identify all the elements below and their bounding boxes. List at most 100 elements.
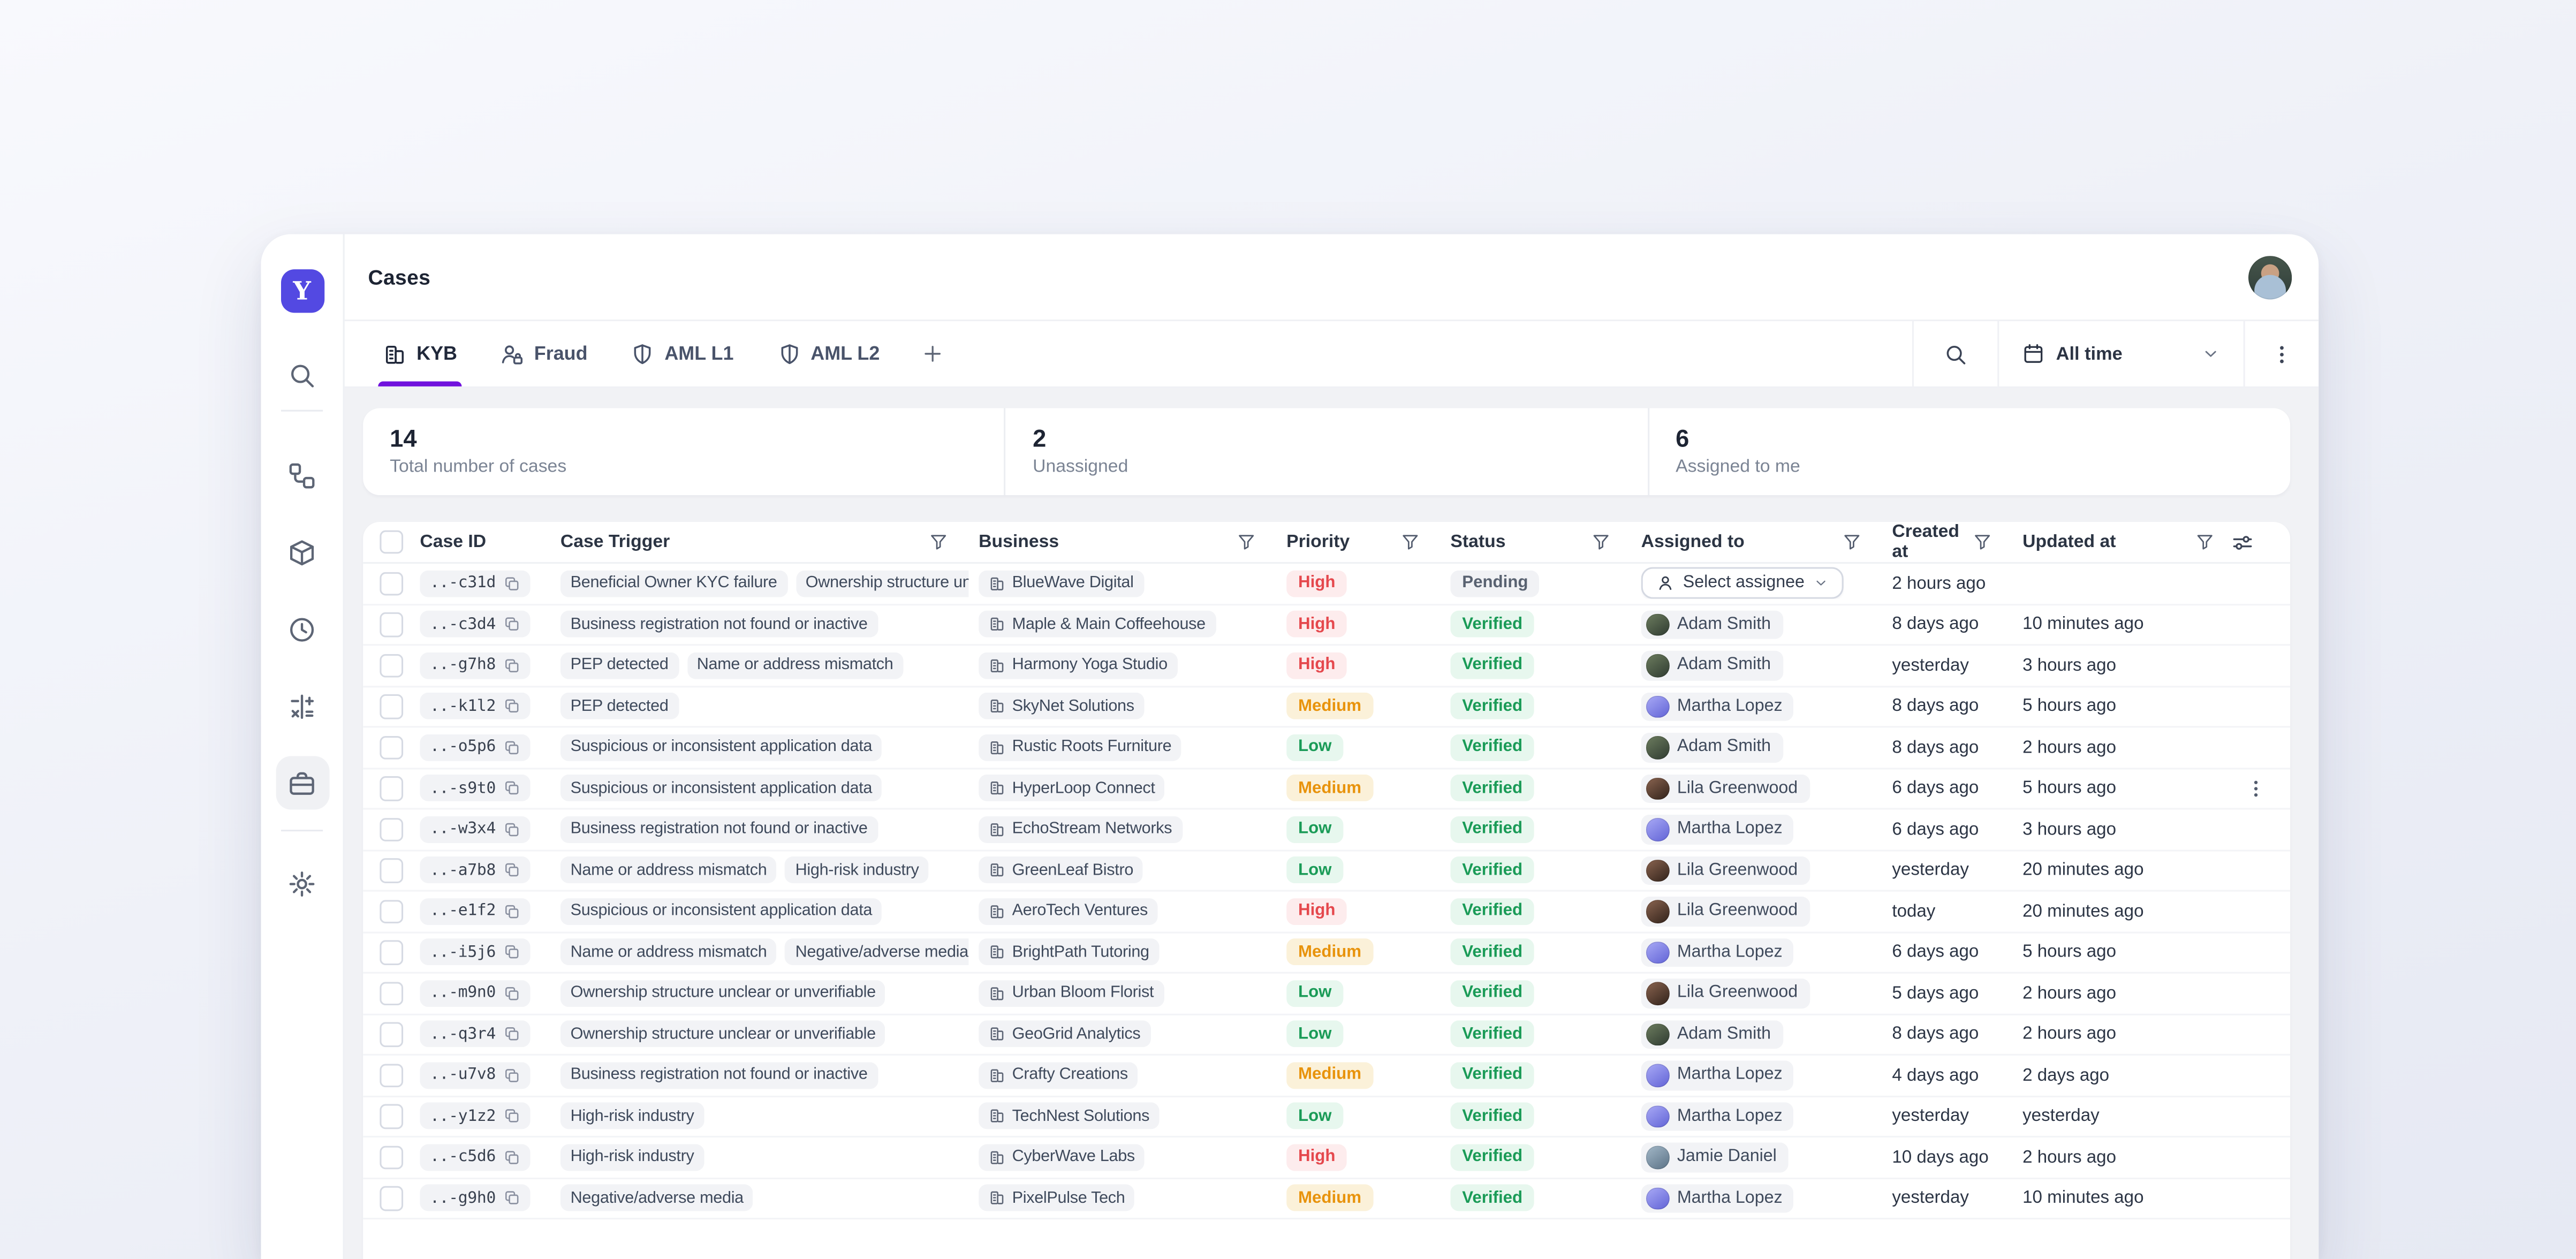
assignee-pill[interactable]: Martha Lopez	[1641, 815, 1794, 844]
row-checkbox[interactable]	[380, 776, 404, 800]
filter-icon[interactable]	[1591, 532, 1611, 552]
row-checkbox[interactable]	[380, 1186, 404, 1210]
table-row[interactable]: ..-a7b8Name or address mismatchHigh-risk…	[363, 851, 2290, 892]
table-row[interactable]: ..-y1z2High-risk industryTechNest Soluti…	[363, 1096, 2290, 1137]
select-assignee-button[interactable]: Select assignee	[1641, 567, 1843, 599]
case-id-pill[interactable]: ..-c5d6	[420, 1144, 531, 1171]
row-checkbox[interactable]	[380, 899, 404, 923]
case-id-pill[interactable]: ..-g7h8	[420, 652, 531, 679]
case-id-pill[interactable]: ..-o5p6	[420, 734, 531, 761]
case-id-pill[interactable]: ..-q3r4	[420, 1021, 531, 1048]
row-actions-button[interactable]	[2245, 777, 2267, 799]
table-row[interactable]: ..-c3d4Business registration not found o…	[363, 605, 2290, 646]
tab-aml-l2[interactable]: AML L2	[755, 321, 901, 386]
business-pill[interactable]: EchoStream Networks	[979, 816, 1182, 843]
business-pill[interactable]: CyberWave Labs	[979, 1144, 1145, 1171]
business-pill[interactable]: TechNest Solutions	[979, 1103, 1160, 1129]
table-row[interactable]: ..-c5d6High-risk industryCyberWave LabsH…	[363, 1137, 2290, 1179]
case-id-pill[interactable]: ..-m9n0	[420, 980, 531, 1006]
table-row[interactable]: ..-q3r4Ownership structure unclear or un…	[363, 1014, 2290, 1056]
tab-kyb[interactable]: KYB	[361, 321, 479, 386]
case-id-pill[interactable]: ..-c31d	[420, 570, 531, 597]
business-pill[interactable]: BrightPath Tutoring	[979, 939, 1159, 966]
business-pill[interactable]: Crafty Creations	[979, 1062, 1138, 1089]
business-pill[interactable]: GeoGrid Analytics	[979, 1021, 1150, 1048]
business-pill[interactable]: Harmony Yoga Studio	[979, 652, 1177, 679]
business-pill[interactable]: Maple & Main Coffeehouse	[979, 611, 1216, 638]
row-checkbox[interactable]	[380, 858, 404, 882]
row-checkbox[interactable]	[380, 612, 404, 636]
filter-icon[interactable]	[1400, 532, 1421, 552]
business-pill[interactable]: Urban Bloom Florist	[979, 980, 1164, 1006]
case-id-pill[interactable]: ..-y1z2	[420, 1103, 531, 1129]
row-checkbox[interactable]	[380, 940, 404, 964]
assignee-pill[interactable]: Martha Lopez	[1641, 938, 1794, 967]
sidebar-item-workflow[interactable]	[275, 449, 329, 502]
table-row[interactable]: ..-m9n0Ownership structure unclear or un…	[363, 974, 2290, 1015]
row-checkbox[interactable]	[380, 981, 404, 1005]
column-header-case-id[interactable]: Case ID	[420, 532, 560, 552]
column-header-created-at[interactable]: Created at	[1892, 522, 2022, 562]
row-checkbox[interactable]	[380, 817, 404, 841]
case-id-pill[interactable]: ..-e1f2	[420, 898, 531, 924]
assignee-pill[interactable]: Martha Lopez	[1641, 692, 1794, 721]
table-search-button[interactable]	[1912, 321, 1997, 386]
gear-icon[interactable]	[288, 870, 316, 898]
row-checkbox[interactable]	[380, 1104, 404, 1128]
case-id-pill[interactable]: ..-w3x4	[420, 816, 531, 843]
table-row[interactable]: ..-g7h8PEP detectedName or address misma…	[363, 646, 2290, 687]
filter-icon[interactable]	[2195, 532, 2215, 552]
table-row[interactable]: ..-o5p6Suspicious or inconsistent applic…	[363, 727, 2290, 769]
tab-fraud[interactable]: Fraud	[479, 321, 610, 386]
assignee-pill[interactable]: Lila Greenwood	[1641, 855, 1809, 885]
assignee-pill[interactable]: Adam Smith	[1641, 651, 1783, 680]
business-pill[interactable]: AeroTech Ventures	[979, 898, 1158, 924]
assignee-pill[interactable]: Martha Lopez	[1641, 1060, 1794, 1090]
case-id-pill[interactable]: ..-g9h0	[420, 1185, 531, 1211]
user-avatar[interactable]	[2248, 255, 2292, 299]
business-pill[interactable]: BlueWave Digital	[979, 570, 1143, 597]
filter-icon[interactable]	[1842, 532, 1862, 552]
column-settings-icon[interactable]	[2232, 531, 2254, 553]
business-pill[interactable]: Rustic Roots Furniture	[979, 734, 1181, 761]
case-id-pill[interactable]: ..-i5j6	[420, 939, 531, 966]
sidebar-item-math[interactable]	[275, 679, 329, 733]
row-checkbox[interactable]	[380, 653, 404, 677]
column-header-assigned-to[interactable]: Assigned to	[1641, 532, 1892, 552]
app-logo[interactable]: Y	[280, 269, 323, 313]
column-header-priority[interactable]: Priority	[1286, 532, 1450, 552]
time-filter-dropdown[interactable]: All time	[1997, 321, 2243, 386]
case-id-pill[interactable]: ..-s9t0	[420, 775, 531, 802]
assignee-pill[interactable]: Adam Smith	[1641, 1020, 1783, 1049]
business-pill[interactable]: GreenLeaf Bistro	[979, 857, 1143, 884]
table-row[interactable]: ..-u7v8Business registration not found o…	[363, 1056, 2290, 1097]
assignee-pill[interactable]: Lila Greenwood	[1641, 773, 1809, 803]
row-checkbox[interactable]	[380, 694, 404, 718]
column-header-business[interactable]: Business	[979, 532, 1286, 552]
row-checkbox[interactable]	[380, 1022, 404, 1046]
row-checkbox[interactable]	[380, 1145, 404, 1169]
column-header-status[interactable]: Status	[1450, 532, 1641, 552]
add-tab-button[interactable]	[901, 321, 964, 386]
sidebar-item-cube[interactable]	[275, 525, 329, 579]
table-row[interactable]: ..-c31dBeneficial Owner KYC failureOwner…	[363, 564, 2290, 605]
assignee-pill[interactable]: Martha Lopez	[1641, 1102, 1794, 1131]
tab-aml-l1[interactable]: AML L1	[609, 321, 755, 386]
row-checkbox[interactable]	[380, 571, 404, 595]
sidebar-item-cases[interactable]	[275, 756, 329, 810]
table-row[interactable]: ..-k1l2PEP detectedSkyNet SolutionsMediu…	[363, 687, 2290, 728]
search-icon[interactable]	[288, 361, 316, 390]
filter-icon[interactable]	[928, 532, 949, 552]
column-header-case-trigger[interactable]: Case Trigger	[560, 532, 979, 552]
table-row[interactable]: ..-w3x4Business registration not found o…	[363, 810, 2290, 851]
table-row[interactable]: ..-s9t0Suspicious or inconsistent applic…	[363, 769, 2290, 810]
assignee-pill[interactable]: Adam Smith	[1641, 733, 1783, 762]
assignee-pill[interactable]: Lila Greenwood	[1641, 979, 1809, 1008]
case-id-pill[interactable]: ..-c3d4	[420, 611, 531, 638]
filter-icon[interactable]	[1236, 532, 1256, 552]
column-header-updated-at[interactable]: Updated at	[2022, 531, 2290, 553]
assignee-pill[interactable]: Lila Greenwood	[1641, 897, 1809, 926]
case-id-pill[interactable]: ..-a7b8	[420, 857, 531, 884]
select-all-checkbox[interactable]	[380, 530, 404, 554]
assignee-pill[interactable]: Martha Lopez	[1641, 1184, 1794, 1213]
